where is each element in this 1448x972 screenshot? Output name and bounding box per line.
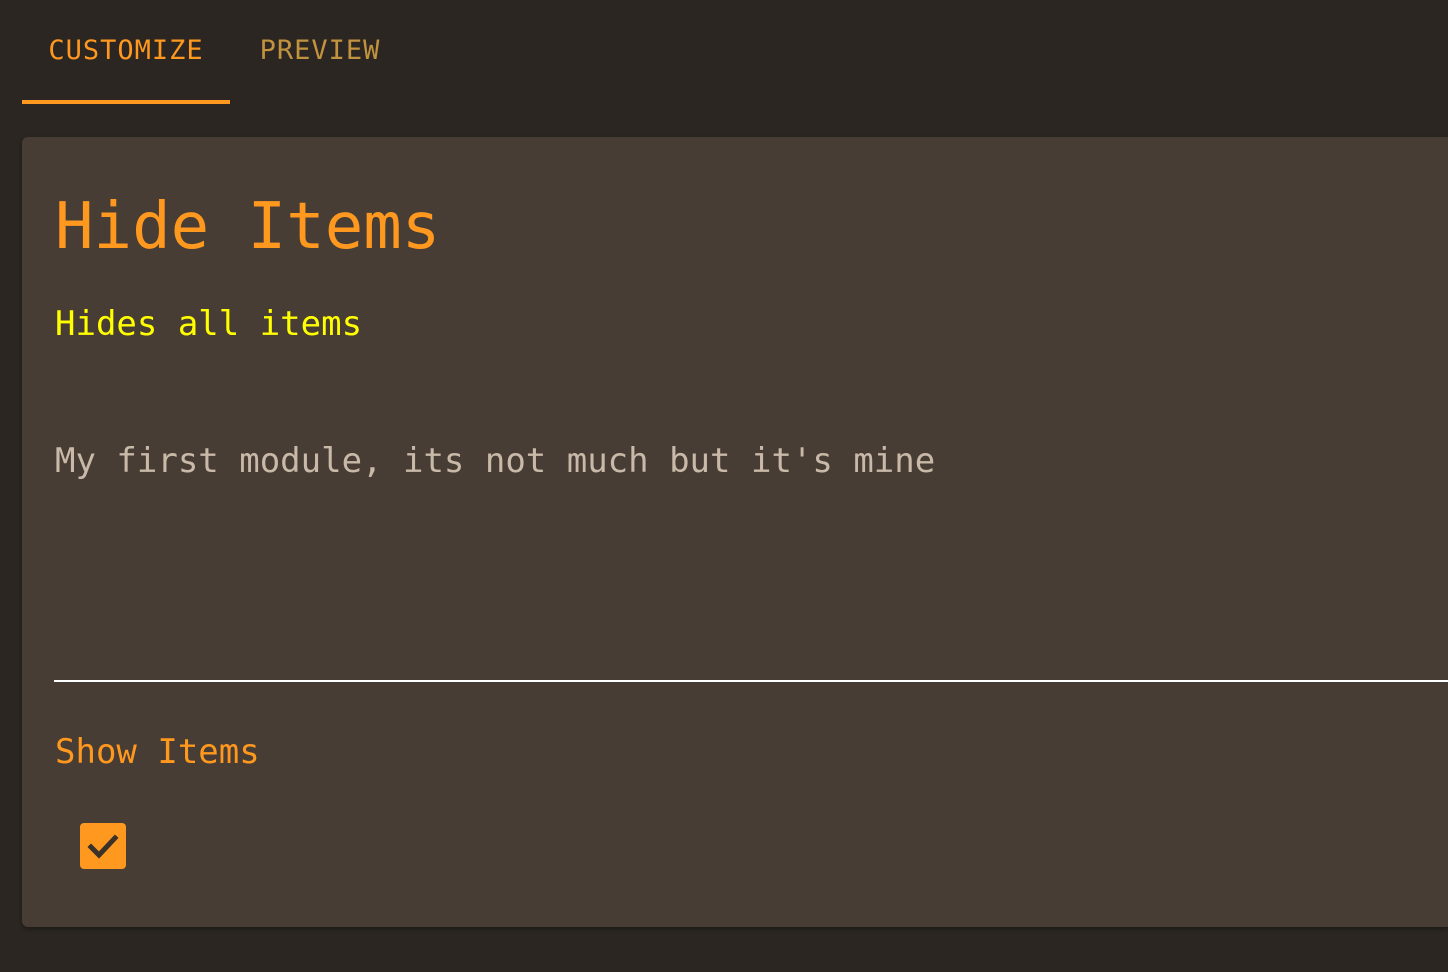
module-subtitle: Hides all items (55, 304, 363, 344)
module-title: Hide Items (55, 190, 441, 264)
show-items-checkbox[interactable] (80, 823, 126, 869)
section-divider (54, 680, 1448, 682)
tab-bar: CUSTOMIZE PREVIEW (22, 0, 410, 104)
tab-customize[interactable]: CUSTOMIZE (22, 0, 230, 104)
check-icon (87, 834, 119, 859)
module-description: My first module, its not much but it's m… (55, 441, 936, 481)
module-card: Hide Items Hides all items My first modu… (22, 137, 1448, 927)
show-items-label: Show Items (55, 732, 260, 772)
tab-preview[interactable]: PREVIEW (230, 0, 410, 104)
